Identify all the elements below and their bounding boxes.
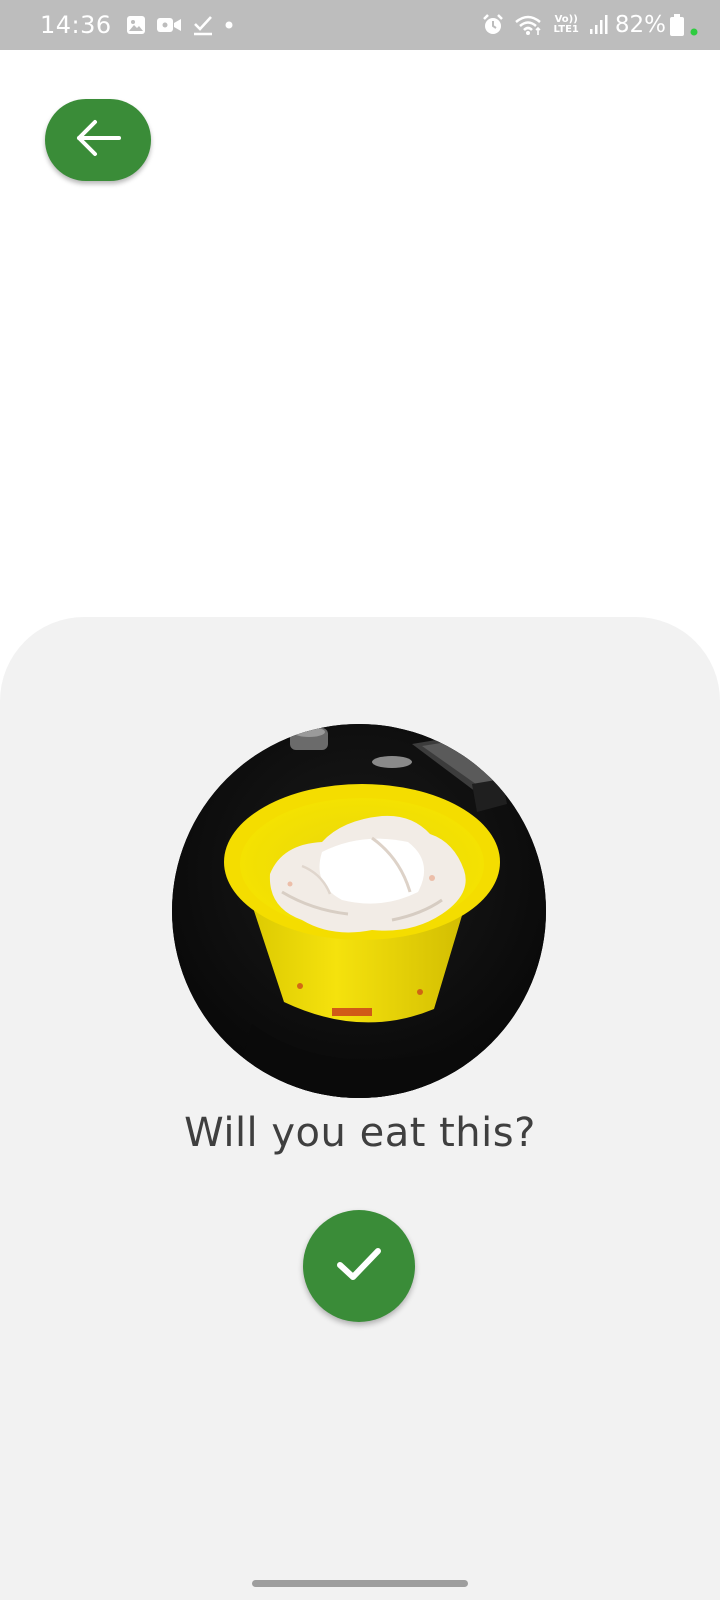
signal-icon xyxy=(589,14,609,36)
checkmark-icon xyxy=(192,14,214,36)
screen: 14:36 Vo)) LTE1 82% Will you eat this? xyxy=(0,0,720,1600)
status-bar: 14:36 Vo)) LTE1 82% xyxy=(0,0,720,50)
privacy-dot-icon xyxy=(690,28,698,36)
status-left: 14:36 xyxy=(40,11,244,39)
status-right: Vo)) LTE1 82% xyxy=(482,12,698,38)
back-button[interactable] xyxy=(45,99,151,181)
question-text: Will you eat this? xyxy=(184,1110,536,1156)
arrow-left-icon xyxy=(73,118,123,162)
home-indicator[interactable] xyxy=(252,1580,468,1587)
battery-icon xyxy=(670,14,684,36)
battery-percent: 82% xyxy=(614,12,666,38)
check-icon xyxy=(334,1244,384,1288)
status-time: 14:36 xyxy=(40,11,112,39)
volte-lte-icon: Vo)) LTE1 xyxy=(554,15,579,35)
confirm-button[interactable] xyxy=(303,1210,415,1322)
alarm-icon xyxy=(482,14,504,36)
food-photo xyxy=(172,724,546,1098)
video-call-icon xyxy=(156,15,182,35)
wifi-icon xyxy=(514,14,544,36)
lte-bottom-label: LTE1 xyxy=(553,24,579,35)
gallery-icon xyxy=(126,15,146,35)
dot-icon xyxy=(224,20,234,30)
